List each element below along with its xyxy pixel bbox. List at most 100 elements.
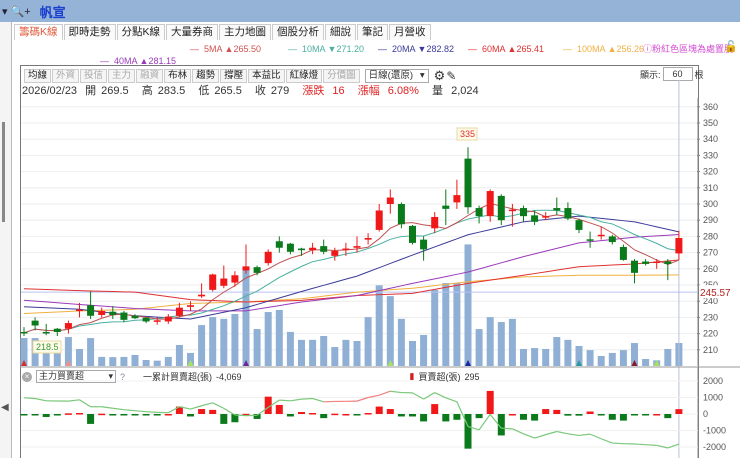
candle-body xyxy=(109,311,117,315)
cumulative-line-segment xyxy=(567,433,580,437)
net-buy-bar xyxy=(131,414,139,416)
lower-y-tick-label: 2000 xyxy=(703,376,723,386)
candle xyxy=(198,283,206,298)
volume-bar xyxy=(597,356,605,366)
net-buy-bar xyxy=(442,414,450,422)
candle xyxy=(98,307,106,318)
net-buy-bar xyxy=(619,414,627,421)
volume-bar xyxy=(220,318,228,366)
net-buy-bar xyxy=(120,414,128,416)
volume-bar xyxy=(619,350,627,366)
net-buy-bar xyxy=(286,414,294,417)
candle xyxy=(575,218,583,234)
net-buy-bar xyxy=(631,414,638,416)
volume-bar xyxy=(175,344,183,366)
candle-body xyxy=(87,305,95,316)
cumulative-line-segment xyxy=(290,398,302,402)
y-tick-label: 300 xyxy=(703,199,718,209)
volume-bar xyxy=(508,318,516,366)
cumulative-line-segment xyxy=(79,399,91,408)
indicator-select-value: 主力買賣超 xyxy=(39,371,85,381)
net-buy-bar xyxy=(87,414,95,424)
candle-body xyxy=(42,331,50,334)
net-buy-bar xyxy=(453,414,461,420)
y-tick-label: 220 xyxy=(703,329,718,339)
candle-body xyxy=(53,328,61,332)
close-indicator-icon[interactable]: × xyxy=(22,371,32,382)
net-buy-bar xyxy=(153,414,161,416)
candle-body xyxy=(486,191,494,217)
candle-body xyxy=(619,246,627,260)
volume-bar xyxy=(264,312,272,366)
volume-bar xyxy=(364,317,372,366)
cumulative-line-segment xyxy=(279,399,291,402)
bar-value: 295 xyxy=(464,371,480,382)
ma-line-20ma xyxy=(23,215,680,320)
volume-bar xyxy=(486,317,494,366)
net-buy-bar xyxy=(298,412,305,414)
candle-body xyxy=(597,234,605,237)
candle xyxy=(364,233,372,245)
candle-body xyxy=(64,323,72,329)
cumulative-line-segment xyxy=(123,409,136,412)
net-buy-bar xyxy=(386,409,394,414)
candle xyxy=(320,239,328,255)
candle-body xyxy=(531,215,539,222)
net-buy-bar xyxy=(486,390,494,414)
indicator-select[interactable]: 主力買賣超 ▾ xyxy=(36,370,116,383)
net-buy-bar xyxy=(564,414,572,416)
net-buy-bar xyxy=(531,414,539,421)
volume-bar xyxy=(87,338,95,366)
cumulative-line-segment xyxy=(634,443,646,446)
candle xyxy=(431,212,439,234)
net-buy-bar xyxy=(275,404,283,414)
net-buy-bar xyxy=(420,414,428,422)
volume-bar xyxy=(475,329,483,366)
net-buy-bar xyxy=(20,414,28,416)
cumulative-line-segment xyxy=(545,430,557,436)
high-label: 335 xyxy=(460,129,475,139)
candle-body xyxy=(420,239,428,250)
candle-body xyxy=(575,220,583,230)
candle-body xyxy=(564,208,572,219)
volume-bar xyxy=(76,348,83,366)
candle-body xyxy=(209,274,217,290)
candle-body xyxy=(431,216,439,229)
cumulative-line-segment xyxy=(556,430,569,435)
net-buy-bar xyxy=(209,409,217,414)
candle xyxy=(31,317,39,331)
volume-bar xyxy=(331,347,339,366)
cumulative-line-segment xyxy=(378,390,391,396)
cumulative-line-segment xyxy=(645,444,657,446)
lower-y-tick-label: 1000 xyxy=(703,393,723,403)
cum-label: 一累計買賣超(張) xyxy=(143,372,213,382)
candle xyxy=(475,205,483,224)
lower-y-tick-label: -1000 xyxy=(703,426,726,436)
candle-body xyxy=(275,241,283,248)
volume-bar xyxy=(431,289,439,366)
candle xyxy=(209,273,217,292)
volume-bar xyxy=(497,322,505,366)
candle-body xyxy=(653,261,661,264)
net-buy-bar xyxy=(31,414,39,416)
kline-chart[interactable]: 3603503403303203103002902802702602502402… xyxy=(0,0,740,458)
help-icon[interactable]: ? xyxy=(120,372,125,382)
lower-panel-header: × 主力買賣超 ▾ ? 一累計買賣超(張) -4,069 ▮ 買賣超(張) 295 xyxy=(22,370,480,383)
volume-bar xyxy=(131,354,139,366)
cumulative-line-segment xyxy=(234,414,247,417)
candle-body xyxy=(175,307,183,316)
candle-body xyxy=(331,250,339,256)
candle-body xyxy=(642,261,650,264)
net-buy-bar xyxy=(198,409,206,414)
candle-body xyxy=(242,266,250,271)
cumulative-line-segment xyxy=(445,397,458,403)
y-tick-label: 320 xyxy=(703,167,718,177)
candle xyxy=(120,310,128,323)
candle xyxy=(87,291,95,320)
net-buy-bar xyxy=(164,414,172,416)
net-buy-bar xyxy=(397,414,405,417)
volume-bar xyxy=(298,339,305,366)
candle xyxy=(253,265,261,276)
candle xyxy=(564,202,572,221)
net-buy-bar xyxy=(76,413,83,415)
